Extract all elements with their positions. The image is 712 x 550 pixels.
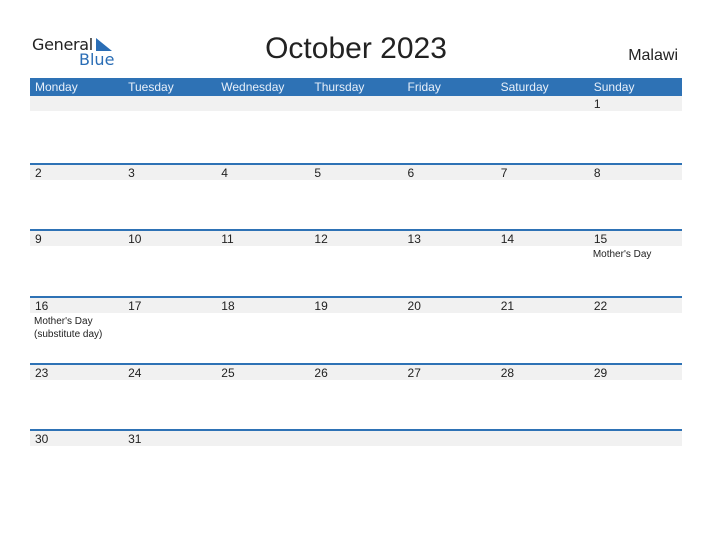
day-cell — [123, 96, 216, 161]
day-cell: 8 — [589, 165, 682, 230]
day-cell: 11 — [216, 231, 309, 296]
day-cell: 4 — [216, 165, 309, 230]
day-number: 17 — [128, 299, 142, 313]
week-row: 9 10 11 12 13 14 15 Mother's Day — [30, 229, 682, 296]
day-cell: 31 — [123, 431, 216, 496]
page-title: October 2023 — [265, 32, 447, 65]
day-cell: 7 — [496, 165, 589, 230]
day-cell: 19 — [309, 298, 402, 363]
day-cell — [496, 431, 589, 496]
day-cell: 15 Mother's Day — [589, 231, 682, 296]
day-cell: 10 — [123, 231, 216, 296]
day-number: 25 — [221, 366, 235, 380]
day-cell: 3 — [123, 165, 216, 230]
day-number: 22 — [593, 299, 608, 313]
day-cell: 5 — [309, 165, 402, 230]
day-cell: 13 — [403, 231, 496, 296]
day-cell — [309, 96, 402, 161]
day-number: 21 — [500, 299, 515, 313]
day-number: 10 — [128, 232, 142, 246]
country-label: Malawi — [628, 47, 678, 64]
day-number: 4 — [221, 166, 228, 180]
day-cell: 18 — [216, 298, 309, 363]
week-row: 30 31 — [30, 429, 682, 496]
day-number: 29 — [593, 366, 608, 380]
day-number: 14 — [500, 232, 515, 246]
day-cell: 28 — [496, 365, 589, 430]
day-cell: 21 — [496, 298, 589, 363]
week-row: 23 24 25 26 27 28 29 — [30, 363, 682, 430]
day-number: 8 — [593, 166, 601, 180]
day-cell — [30, 96, 123, 161]
day-cell: 14 — [496, 231, 589, 296]
day-number: 18 — [221, 299, 235, 313]
day-cell: 24 — [123, 365, 216, 430]
day-cell — [589, 431, 682, 496]
day-number: 15 — [593, 232, 608, 246]
day-number: 19 — [314, 299, 328, 313]
day-cell: 12 — [309, 231, 402, 296]
weekday-thursday: Thursday — [314, 80, 365, 94]
day-number: 3 — [128, 166, 135, 180]
day-number: 5 — [314, 166, 322, 180]
day-number: 1 — [593, 97, 601, 111]
week-row: 1 — [30, 96, 682, 163]
day-number: 11 — [221, 232, 234, 246]
day-cell: 27 — [403, 365, 496, 430]
day-number: 30 — [35, 432, 49, 446]
weekday-friday: Friday — [407, 80, 441, 94]
week-row: 16 Mother's Day (substitute day) 17 18 19 20 2… — [30, 296, 682, 363]
weekday-wednesday: Wednesday — [221, 80, 285, 94]
week-row: 2 3 4 5 6 7 8 — [30, 163, 682, 230]
weekday-header: Monday Tuesday Wednesday Thursday Friday… — [30, 78, 682, 96]
day-cell: 16 Mother's Day (substitute day) — [30, 298, 123, 363]
day-cell — [216, 96, 309, 161]
day-cell: 22 — [589, 298, 682, 363]
holiday-label: Mother's Day (substitute day) — [34, 316, 103, 340]
weekday-saturday: Saturday — [500, 80, 549, 94]
day-cell — [496, 96, 589, 161]
day-number: 28 — [500, 366, 515, 380]
day-number: 24 — [128, 366, 142, 380]
day-cell — [216, 431, 309, 496]
day-cell: 25 — [216, 365, 309, 430]
day-number: 16 — [35, 299, 49, 313]
day-cell: 1 — [589, 96, 682, 161]
day-cell: 9 — [30, 231, 123, 296]
day-number: 2 — [35, 166, 42, 180]
day-cell: 29 — [589, 365, 682, 430]
day-number: 13 — [407, 232, 421, 246]
weekday-tuesday: Tuesday — [128, 80, 174, 94]
day-number: 12 — [314, 232, 328, 246]
day-cell: 17 — [123, 298, 216, 363]
day-cell: 30 — [30, 431, 123, 496]
day-number: 20 — [407, 299, 421, 313]
day-number: 6 — [407, 166, 415, 180]
weekday-monday: Monday — [35, 80, 78, 94]
day-cell: 20 — [403, 298, 496, 363]
weekday-sunday: Sunday — [593, 80, 635, 94]
day-cell: 2 — [30, 165, 123, 230]
day-number: 26 — [314, 366, 328, 380]
day-number: 27 — [407, 366, 421, 380]
day-number: 7 — [500, 166, 508, 180]
day-number: 23 — [35, 366, 49, 380]
day-cell: 23 — [30, 365, 123, 430]
day-cell: 26 — [309, 365, 402, 430]
holiday-label: Mother's Day — [592, 249, 652, 260]
day-cell: 6 — [403, 165, 496, 230]
day-cell — [403, 431, 496, 496]
day-cell — [309, 431, 402, 496]
day-number: 9 — [35, 232, 42, 246]
day-cell — [403, 96, 496, 161]
day-number: 31 — [128, 432, 142, 446]
